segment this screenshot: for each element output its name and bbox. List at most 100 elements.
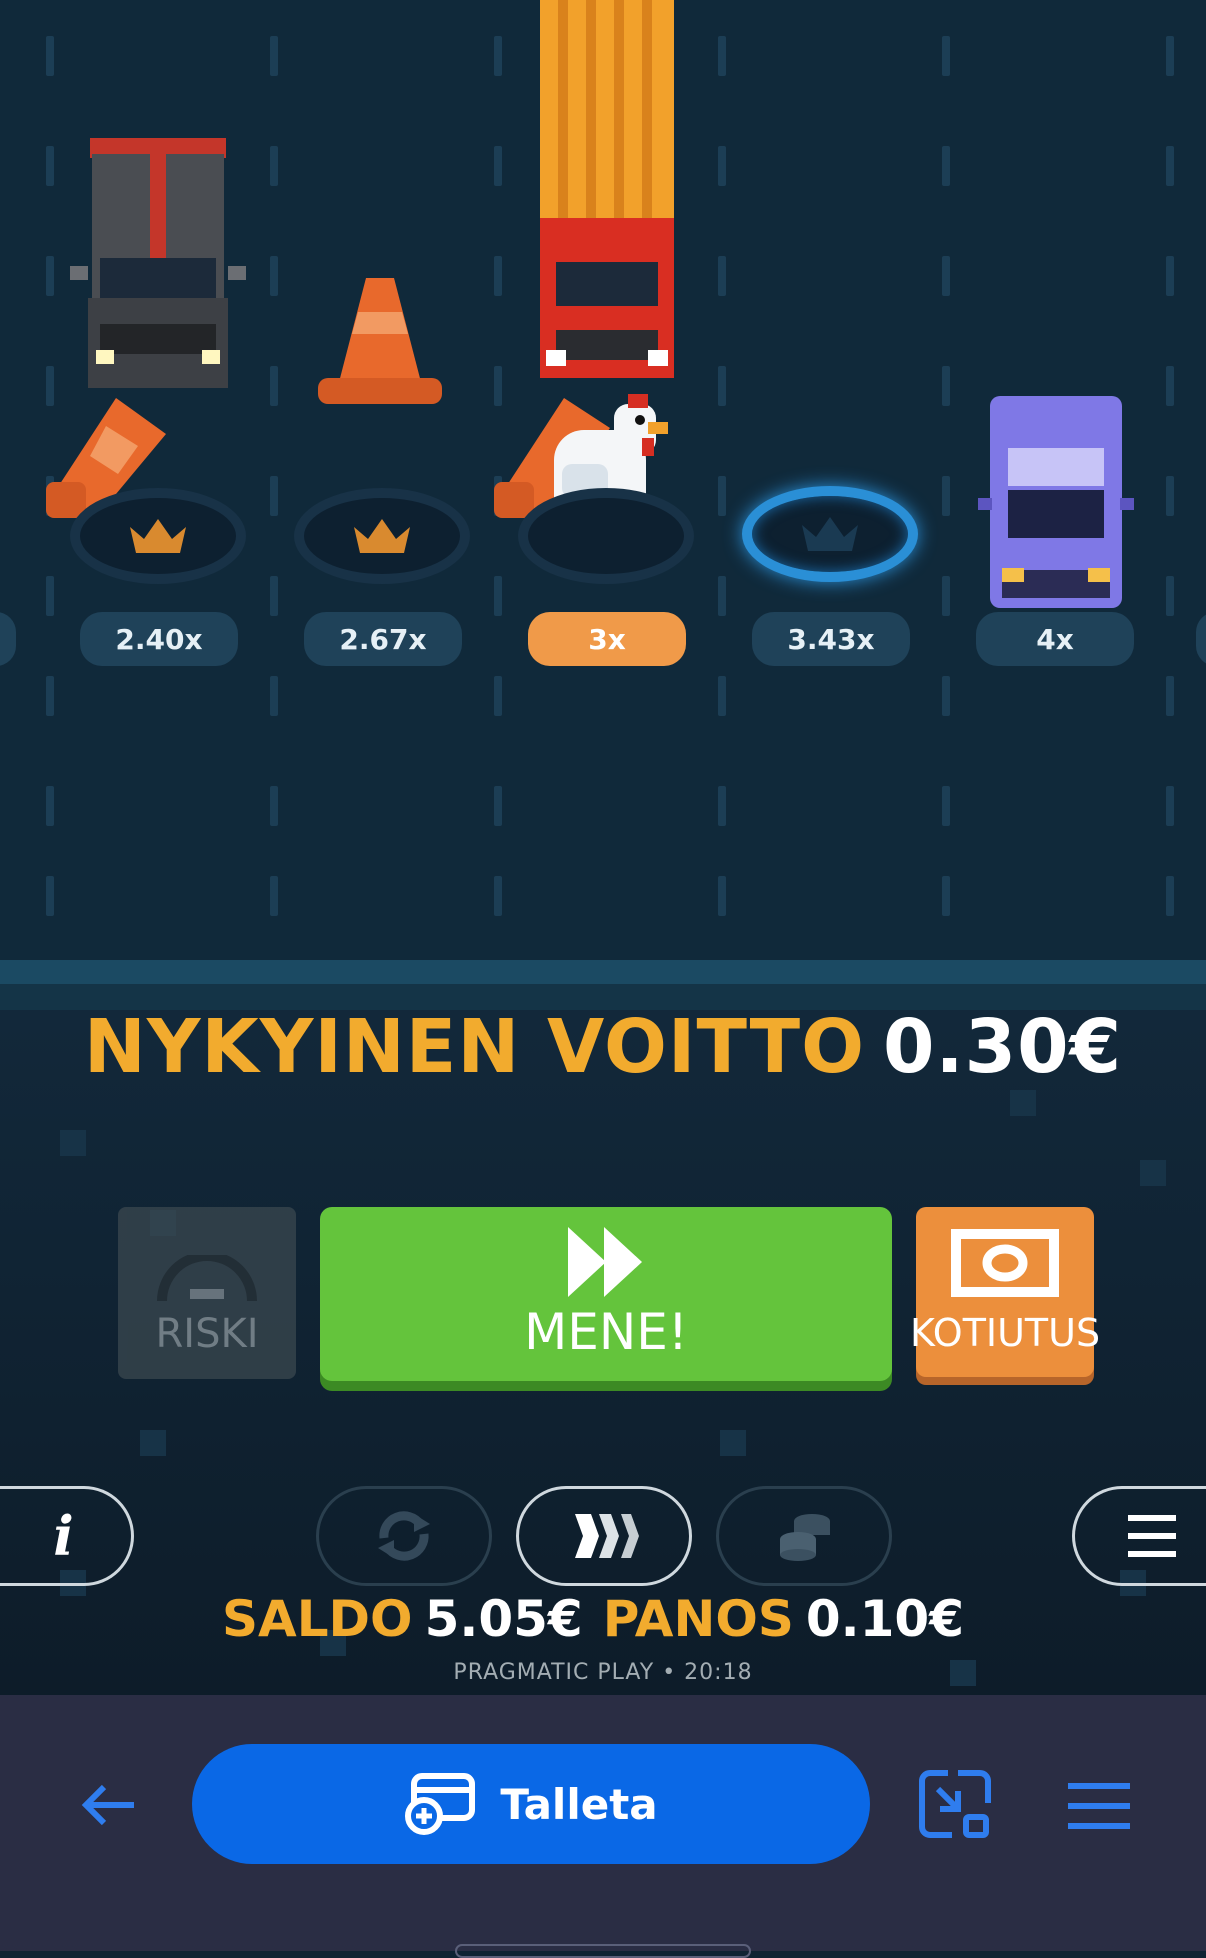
go-button[interactable]: MENE! bbox=[320, 1207, 892, 1381]
current-win-value: 0.30€ bbox=[883, 1004, 1123, 1090]
minimize-window-icon[interactable] bbox=[918, 1767, 992, 1841]
lane-dash bbox=[46, 146, 54, 186]
crown-icon bbox=[130, 519, 186, 553]
sidewalk-tile bbox=[1140, 1160, 1166, 1186]
lane-dash bbox=[718, 476, 726, 516]
autoplay-icon bbox=[378, 1511, 430, 1561]
lane-pad-next[interactable] bbox=[742, 486, 918, 582]
sidewalk-tile bbox=[1010, 1090, 1036, 1116]
turbo-icon bbox=[575, 1514, 639, 1558]
risk-button[interactable]: RISKI bbox=[118, 1207, 296, 1379]
lane-dash bbox=[942, 476, 950, 516]
lane-dash bbox=[1166, 36, 1174, 76]
cashout-button[interactable]: KOTIUTUS bbox=[910, 1207, 1100, 1377]
lane-dash bbox=[942, 676, 950, 716]
red-truck-icon bbox=[540, 0, 674, 378]
sidewalk-tile bbox=[140, 1430, 166, 1456]
lane-dash bbox=[1166, 786, 1174, 826]
lane-dash bbox=[270, 256, 278, 296]
lane-dash bbox=[942, 256, 950, 296]
lane-dash bbox=[718, 256, 726, 296]
traffic-cone-icon bbox=[318, 278, 442, 404]
lane-dash bbox=[942, 786, 950, 826]
current-win: NYKYINEN VOITTO 0.30€ bbox=[0, 1004, 1206, 1090]
lane-dash bbox=[942, 366, 950, 406]
balance-bet-line: SALDO 5.05€ PANOS 0.10€ bbox=[0, 1590, 1206, 1648]
lane-dash bbox=[270, 676, 278, 716]
risk-gauge-icon bbox=[157, 1255, 257, 1302]
lane-dash bbox=[1166, 476, 1174, 516]
risk-label: RISKI bbox=[155, 1311, 259, 1357]
lane-dash bbox=[1166, 256, 1174, 296]
bet-label: PANOS bbox=[602, 1590, 794, 1648]
lane-dash bbox=[270, 366, 278, 406]
multiplier-label: 2.67x bbox=[304, 612, 462, 666]
deposit-label: Talleta bbox=[500, 1779, 658, 1829]
lane-dash bbox=[494, 786, 502, 826]
lane-pad-1 bbox=[70, 488, 246, 584]
sidewalk-tile bbox=[720, 1430, 746, 1456]
lane-pad-3 bbox=[518, 488, 694, 584]
bet-coins-button[interactable] bbox=[716, 1486, 892, 1586]
lane-dash bbox=[494, 676, 502, 716]
lane-dash bbox=[46, 676, 54, 716]
crown-icon bbox=[802, 517, 858, 551]
fast-forward-icon bbox=[568, 1227, 642, 1297]
sidewalk-tile bbox=[60, 1130, 86, 1156]
curb bbox=[0, 960, 1206, 984]
cash-bill-icon bbox=[951, 1229, 1059, 1297]
lane-pad-2 bbox=[294, 488, 470, 584]
hamburger-icon bbox=[1127, 1515, 1176, 1557]
deposit-card-icon bbox=[405, 1773, 476, 1835]
multiplier-label: 4x bbox=[976, 612, 1134, 666]
lane-dash bbox=[1166, 576, 1174, 616]
lane-dash bbox=[718, 676, 726, 716]
lane-dash bbox=[494, 146, 502, 186]
bet-value: 0.10€ bbox=[805, 1590, 964, 1648]
lane-dash bbox=[494, 36, 502, 76]
coins-icon bbox=[780, 1514, 830, 1561]
multiplier-label-current: 3x bbox=[528, 612, 686, 666]
back-arrow-icon[interactable] bbox=[80, 1783, 136, 1827]
lane-dash bbox=[270, 786, 278, 826]
black-truck-icon bbox=[70, 138, 246, 388]
multiplier-label: 3.43x bbox=[752, 612, 910, 666]
turbo-button[interactable] bbox=[516, 1486, 692, 1586]
lane-dash bbox=[270, 576, 278, 616]
cashout-label: KOTIUTUS bbox=[909, 1311, 1101, 1355]
lane-dash bbox=[942, 576, 950, 616]
lane-dash bbox=[494, 576, 502, 616]
current-win-label: NYKYINEN VOITTO bbox=[83, 1004, 866, 1090]
home-indicator bbox=[455, 1944, 751, 1958]
lane-dash bbox=[46, 876, 54, 916]
go-label: MENE! bbox=[524, 1303, 688, 1361]
lane-dash bbox=[1166, 876, 1174, 916]
lane-dash bbox=[718, 146, 726, 186]
lane-dash bbox=[1166, 366, 1174, 406]
info-button[interactable]: i bbox=[0, 1486, 134, 1586]
lane-dash bbox=[718, 576, 726, 616]
lane-dash bbox=[942, 36, 950, 76]
lane-dash bbox=[942, 146, 950, 186]
lane-dash bbox=[942, 876, 950, 916]
hamburger-menu-icon[interactable] bbox=[1068, 1783, 1130, 1829]
menu-button[interactable] bbox=[1072, 1486, 1206, 1586]
lane-dash bbox=[1166, 146, 1174, 186]
deposit-button[interactable]: Talleta bbox=[192, 1744, 870, 1864]
game-area: 2.40x 2.67x 3x 3.43x 4x NYKYINEN VOITTO 0… bbox=[0, 0, 1206, 1695]
crown-icon bbox=[354, 519, 410, 553]
balance-label: SALDO bbox=[221, 1590, 413, 1648]
lane-dash bbox=[494, 256, 502, 296]
lane-dash bbox=[270, 876, 278, 916]
lane-dash bbox=[718, 36, 726, 76]
lane-dash bbox=[494, 876, 502, 916]
autoplay-button[interactable] bbox=[316, 1486, 492, 1586]
purple-car-icon bbox=[978, 396, 1134, 608]
balance-value: 5.05€ bbox=[424, 1590, 583, 1648]
lane-dash bbox=[270, 476, 278, 516]
provider-time: PRAGMATIC PLAY • 20:18 bbox=[453, 1660, 753, 1685]
lane-dash bbox=[270, 36, 278, 76]
multiplier-label: 2.40x bbox=[80, 612, 238, 666]
lane-dash bbox=[1166, 676, 1174, 716]
lane-dash bbox=[46, 576, 54, 616]
